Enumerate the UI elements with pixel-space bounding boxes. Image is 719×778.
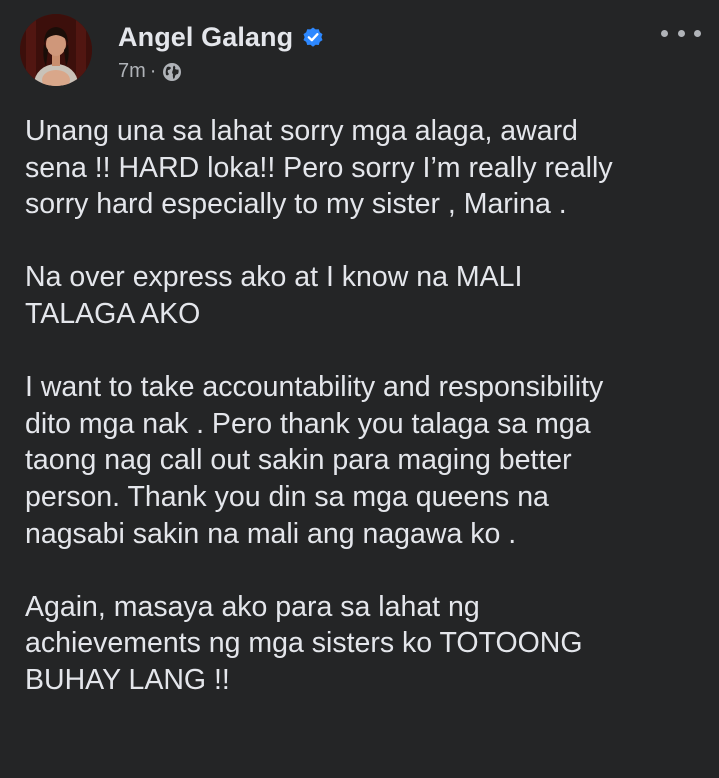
post-line: achievements ng mga sisters ko TOTOONG <box>25 627 583 660</box>
post-paragraph: Unang una sa lahat sorry mga alaga, awar… <box>25 113 705 223</box>
post-line: Again, masaya ako para sa lahat ng <box>25 590 480 623</box>
post-line: TALAGA AKO <box>25 297 201 330</box>
more-dot <box>677 29 685 37</box>
more-options-icon[interactable] <box>661 22 701 44</box>
post-line: Unang una sa lahat sorry mga alaga, awar… <box>25 115 578 147</box>
facebook-post: Angel Galang 7m · Unang una sa lahat sor… <box>0 0 719 778</box>
post-body: Unang una sa lahat sorry mga alaga, awar… <box>25 113 705 699</box>
post-line: dito mga nak . Pero thank you talaga sa … <box>25 407 591 440</box>
more-dot <box>661 29 668 37</box>
post-paragraph: Na over express ako at I know na MALI TA… <box>25 259 705 332</box>
author-avatar[interactable] <box>20 14 92 86</box>
post-timestamp[interactable]: 7m <box>118 60 146 83</box>
post-line: BUHAY LANG !! <box>25 663 230 696</box>
post-paragraph: I want to take accountability and respon… <box>25 369 705 552</box>
post-line: person. Thank you din sa mga queens na <box>25 480 549 513</box>
verified-badge-icon <box>301 25 325 49</box>
post-line: taong nag call out sakin para maging bet… <box>25 444 572 477</box>
post-line: nagsabi sakin na mali ang nagawa ko . <box>25 517 517 550</box>
post-line: sena !! HARD loka!! Pero sorry I’m reall… <box>25 151 613 184</box>
globe-icon[interactable] <box>162 62 182 82</box>
author-name[interactable]: Angel Galang <box>118 22 293 53</box>
more-dot <box>694 29 701 37</box>
author-info: Angel Galang 7m · <box>118 18 325 83</box>
post-line: I want to take accountability and respon… <box>25 371 604 404</box>
post-line: Na over express ako at I know na MALI <box>25 261 523 294</box>
post-meta: 7m · <box>118 60 325 83</box>
meta-separator: · <box>149 60 157 82</box>
author-name-row: Angel Galang <box>118 18 325 56</box>
avatar-photo-icon <box>20 14 92 86</box>
post-header: Angel Galang 7m · <box>20 14 707 90</box>
post-paragraph: Again, masaya ako para sa lahat ng achie… <box>25 589 705 699</box>
post-line: sorry hard especially to my sister , Mar… <box>25 188 567 221</box>
